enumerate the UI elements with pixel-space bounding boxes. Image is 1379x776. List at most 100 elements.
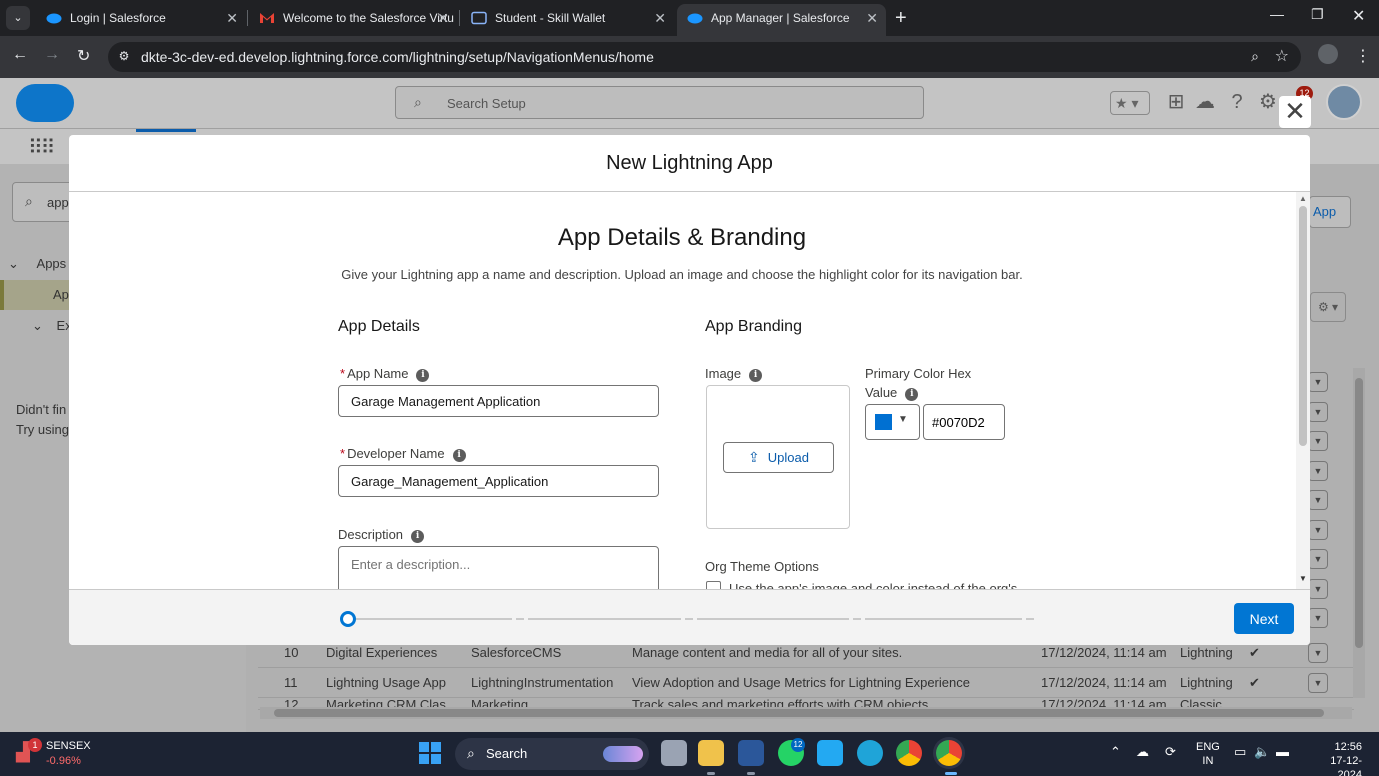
arrow-right-icon[interactable]: → (44, 46, 60, 64)
clock-time: 12:56 (1334, 741, 1362, 753)
app-launcher-icon[interactable]: ⠿⠿ (28, 135, 55, 160)
color-picker-button[interactable]: ▼ (865, 404, 920, 440)
url-text[interactable]: dkte-3c-dev-ed.develop.lightning.force.c… (141, 42, 654, 72)
app-name-input[interactable] (338, 385, 659, 417)
cell-app-name[interactable]: Lightning Usage App (326, 668, 446, 698)
scrollbar-thumb[interactable] (274, 709, 1324, 717)
arrow-left-icon[interactable]: ← (12, 46, 28, 64)
row-action-dropdown-icon[interactable]: ▼ (1308, 579, 1328, 599)
tab-close-icon[interactable]: ✕ (437, 4, 449, 32)
language-indicator[interactable]: ENG IN (1196, 740, 1220, 768)
kebab-icon[interactable]: ⋮ (1355, 46, 1371, 66)
progress-step-current[interactable] (340, 611, 356, 627)
edge-icon[interactable] (857, 740, 883, 766)
row-action-dropdown-icon[interactable]: ▼ (1308, 490, 1328, 510)
task-view-icon[interactable] (661, 740, 687, 766)
table-vertical-scrollbar[interactable] (1353, 368, 1365, 698)
row-action-dropdown-icon[interactable]: ▼ (1308, 549, 1328, 569)
modal-header: New Lightning App (69, 135, 1310, 192)
star-icon[interactable]: ☆ (1275, 46, 1289, 66)
cell-developer-name: LightningInstrumentation (471, 675, 614, 690)
profile-icon[interactable] (1318, 44, 1338, 64)
help-icon[interactable]: ? (1225, 90, 1249, 114)
volume-icon[interactable]: 🔈 (1254, 744, 1270, 760)
tray-chevron-icon[interactable]: ⌃ (1110, 744, 1121, 760)
row-action-dropdown-icon[interactable]: ▼ (1308, 431, 1328, 451)
running-indicator (945, 772, 957, 775)
stock-name[interactable]: SENSEX (46, 740, 91, 752)
row-action-dropdown-icon[interactable]: ▼ (1308, 608, 1328, 628)
upload-label: Upload (767, 450, 809, 465)
org-theme-checkbox[interactable] (706, 581, 721, 589)
battery-icon[interactable]: ▬ (1276, 744, 1289, 759)
global-actions-icon[interactable]: ⊞ (1164, 90, 1188, 114)
tab-close-icon[interactable]: ✕ (654, 4, 666, 32)
scrollbar-thumb[interactable] (1299, 206, 1307, 446)
favorites-button[interactable]: ★ ▾ (1110, 91, 1150, 115)
new-tab-icon[interactable]: + (895, 4, 907, 32)
onedrive-icon[interactable]: ☁ (1136, 744, 1149, 760)
table-row[interactable]: 11 Lightning Usage App LightningInstrume… (258, 668, 1354, 698)
browser-tab-login[interactable]: Login | Salesforce ✕ (36, 4, 246, 32)
browser-tab-trailhead[interactable]: Welcome to the Salesforce Virtu ✕ (249, 4, 457, 32)
chrome-active-icon[interactable] (936, 740, 962, 766)
minimize-icon[interactable]: — (1270, 6, 1284, 22)
word-icon[interactable] (738, 740, 764, 766)
table-horizontal-scrollbar[interactable] (260, 707, 1352, 719)
row-action-dropdown-icon[interactable]: ▼ (1308, 643, 1328, 663)
zoom-icon[interactable]: ⌕ (1251, 48, 1259, 65)
tab-close-icon[interactable]: ✕ (226, 4, 238, 32)
file-explorer-icon[interactable] (698, 740, 724, 766)
tree-node-app-manager[interactable]: Ap (53, 287, 69, 302)
sync-icon[interactable]: ⟳ (1165, 744, 1176, 760)
network-icon[interactable]: ▭ (1234, 744, 1246, 760)
modal-scrollbar[interactable]: ▲ ▼ (1296, 192, 1310, 589)
scrollbar-thumb[interactable] (1355, 378, 1363, 648)
info-icon[interactable]: i (905, 388, 919, 401)
omnibox[interactable]: ⚙ dkte-3c-dev-ed.develop.lightning.force… (108, 42, 1301, 72)
chrome-icon[interactable] (896, 740, 922, 766)
info-icon[interactable]: i (411, 530, 425, 543)
setup-search-placeholder: Search Setup (447, 96, 526, 111)
trailhead-icon[interactable]: ☁ (1193, 90, 1217, 114)
tab-close-icon[interactable]: ✕ (866, 4, 878, 32)
info-icon[interactable]: i (416, 369, 430, 382)
row-action-dropdown-icon[interactable]: ▼ (1308, 461, 1328, 481)
new-lightning-app-button[interactable]: App (1309, 196, 1351, 228)
user-avatar[interactable] (1326, 84, 1362, 120)
row-action-dropdown-icon[interactable]: ▼ (1308, 520, 1328, 540)
setup-gear-icon[interactable]: ⚙ (1256, 90, 1280, 114)
info-icon[interactable]: i (452, 449, 466, 462)
browser-tab-app-manager[interactable]: App Manager | Salesforce ✕ (677, 4, 886, 36)
row-action-dropdown-icon[interactable]: ▼ (1308, 673, 1328, 693)
list-settings-gear-icon[interactable]: ⚙ ▾ (1310, 292, 1346, 322)
primary-color-hex-input[interactable] (923, 404, 1005, 440)
caret-down-icon: ▼ (898, 414, 908, 425)
tune-icon[interactable]: ⚙ (116, 49, 132, 65)
setup-search-box[interactable]: ⌕ Search Setup (395, 86, 924, 119)
description-label: Description i (338, 527, 425, 543)
reload-icon[interactable]: ↻ (77, 46, 90, 66)
upload-button[interactable]: ⇪ Upload (723, 442, 834, 473)
tab-search-chevron-icon[interactable]: ⌄ (6, 6, 30, 30)
info-icon[interactable]: i (749, 369, 763, 382)
window-close-icon[interactable]: ✕ (1352, 6, 1365, 26)
row-action-dropdown-icon[interactable]: ▼ (1308, 372, 1328, 392)
developer-name-input[interactable] (338, 465, 659, 497)
image-dropzone[interactable]: ⇪ Upload (706, 385, 850, 529)
scroll-down-icon[interactable]: ▼ (1299, 574, 1307, 583)
description-textarea[interactable] (338, 546, 659, 589)
next-button[interactable]: Next (1234, 603, 1294, 634)
no-results-hint-1: Didn't fin (16, 402, 67, 417)
vscode-icon[interactable] (817, 740, 843, 766)
org-theme-checkbox-label[interactable]: Use the app's image and color instead of… (729, 581, 1017, 589)
windows-start-icon[interactable] (419, 742, 441, 764)
browser-tab-skill-wallet[interactable]: Student - Skill Wallet ✕ (461, 4, 674, 32)
close-icon[interactable]: ✕ (1279, 96, 1311, 128)
restore-icon[interactable]: ❐ (1311, 6, 1324, 23)
scroll-up-icon[interactable]: ▲ (1299, 194, 1307, 203)
taskbar-search[interactable]: ⌕ Search (455, 738, 649, 770)
tree-node-apps[interactable]: ⌄ Apps (8, 256, 66, 272)
row-action-dropdown-icon[interactable]: ▼ (1308, 402, 1328, 422)
clock[interactable]: 12:56 17-12-2024 (1312, 740, 1362, 776)
